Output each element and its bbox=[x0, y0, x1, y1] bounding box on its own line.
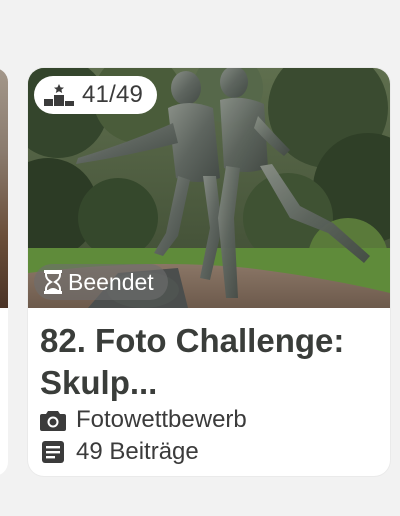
camera-icon bbox=[40, 407, 66, 433]
previous-challenge-card[interactable] bbox=[0, 68, 8, 476]
challenge-card[interactable]: 41/49 Beendet 82. Foto Challenge: Skulp.… bbox=[28, 68, 390, 476]
challenge-title[interactable]: 82. Foto Challenge: Skulp... bbox=[40, 320, 378, 404]
previous-challenge-image bbox=[0, 68, 8, 308]
challenge-details: 82. Foto Challenge: Skulp... Fotowettbew… bbox=[28, 308, 390, 468]
challenge-carousel: 41/49 Beendet 82. Foto Challenge: Skulp.… bbox=[0, 0, 400, 516]
posts-row: 49 Beiträge bbox=[40, 436, 378, 468]
category-row: Fotowettbewerb bbox=[40, 404, 378, 436]
category-label: Fotowettbewerb bbox=[76, 406, 247, 433]
rank-value: 41/49 bbox=[82, 81, 144, 108]
hourglass-icon bbox=[44, 270, 62, 294]
document-icon bbox=[40, 439, 66, 465]
posts-count: 49 Beiträge bbox=[76, 438, 199, 465]
status-label: Beendet bbox=[68, 268, 154, 295]
rank-badge: 41/49 bbox=[34, 76, 158, 114]
challenge-image: 41/49 Beendet bbox=[28, 68, 390, 308]
podium-icon bbox=[44, 84, 74, 106]
status-badge: Beendet bbox=[34, 264, 168, 300]
